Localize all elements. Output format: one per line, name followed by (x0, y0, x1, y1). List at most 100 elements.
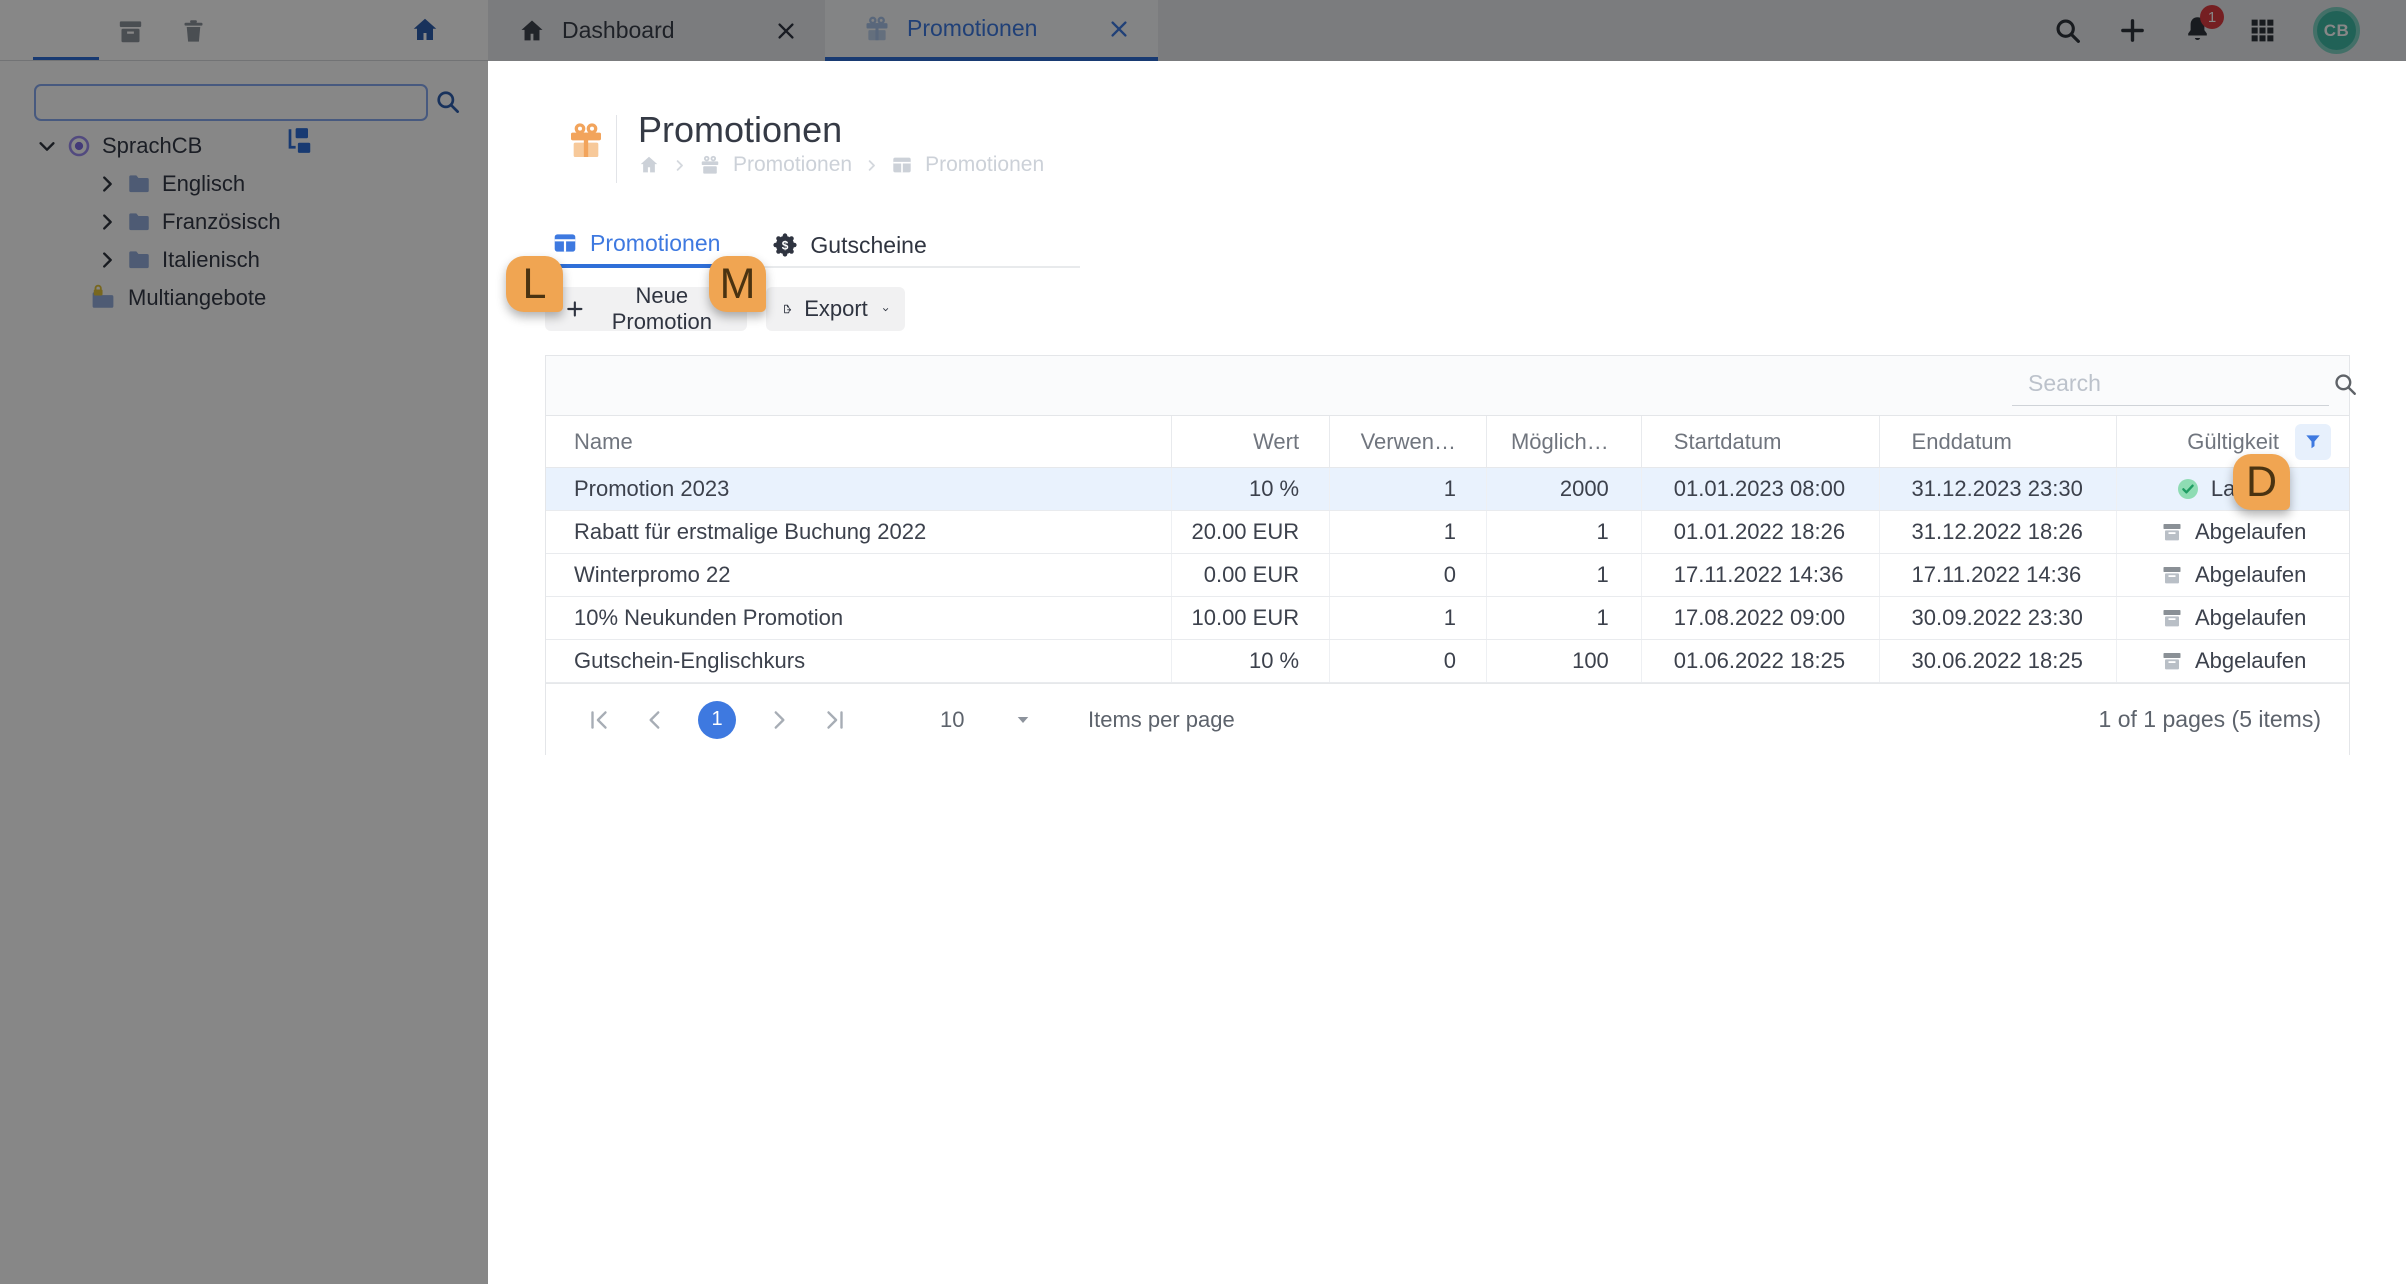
chevron-down-icon[interactable] (36, 135, 58, 157)
table-row[interactable]: Promotion 2023 10 % 1 2000 01.01.2023 08… (546, 468, 2349, 511)
content-tabs: Promotionen $ Gutscheine (552, 222, 1080, 268)
tree-node-label[interactable]: SprachCB (102, 133, 202, 159)
check-circle-icon (2176, 477, 2200, 501)
sidebar: SprachCB Englisch Französisch Italienisc… (0, 0, 488, 1284)
breadcrumb: Promotionen Promotionen (638, 153, 1044, 177)
chevron-right-icon[interactable] (96, 211, 118, 233)
tree-node-root[interactable]: SprachCB (0, 127, 488, 165)
column-header-startdatum[interactable]: Startdatum (1642, 416, 1880, 467)
chevron-right-icon[interactable] (96, 173, 118, 195)
chevron-down-icon (882, 301, 889, 318)
cell-name: Promotion 2023 (546, 468, 1173, 510)
tree-node-franzoesisch[interactable]: Französisch (0, 203, 488, 241)
search-icon[interactable] (2332, 371, 2358, 397)
plus-icon[interactable] (2118, 16, 2147, 45)
cell-startdatum: 01.01.2023 08:00 (1642, 468, 1880, 510)
column-header-gueltigkeit[interactable]: Gültigkeit (2117, 416, 2349, 467)
cell-wert: 10.00 EUR (1172, 597, 1331, 639)
current-page-button[interactable]: 1 (698, 700, 736, 739)
tab-vouchers[interactable]: $ Gutscheine (772, 222, 927, 268)
table-search-input[interactable] (2012, 366, 2332, 401)
status-label: Abgelaufen (2194, 648, 2307, 673)
page-gift-icon (566, 121, 606, 161)
cell-gueltigkeit: Abgelaufen (2117, 640, 2349, 682)
table-row[interactable]: Rabatt für erstmalige Buchung 2022 20.00… (546, 511, 2349, 554)
cell-moeglich: 1 (1487, 511, 1642, 553)
folder-icon (126, 171, 152, 197)
cell-verwendungen: 1 (1330, 468, 1487, 510)
radio-target-icon (66, 133, 92, 159)
tree-node-label[interactable]: Multiangebote (128, 285, 266, 311)
tab-dashboard[interactable]: Dashboard (488, 0, 825, 61)
search-icon[interactable] (2053, 16, 2082, 45)
tree-node-label[interactable]: Englisch (162, 171, 245, 197)
table-row[interactable]: Gutschein-Englischkurs 10 % 0 100 01.06.… (546, 640, 2349, 683)
sidebar-search-field[interactable] (34, 84, 428, 121)
column-header-wert[interactable]: Wert (1172, 416, 1331, 467)
status-expired: Abgelaufen (2160, 562, 2306, 588)
promotions-table: Name Wert Verwen… Möglich… Startdatum En… (545, 355, 2356, 755)
tree-node-italienisch[interactable]: Italienisch (0, 241, 488, 279)
tab-promotionen[interactable]: Promotionen (825, 0, 1158, 61)
breadcrumb-item-current: Promotionen (925, 153, 1045, 176)
cell-moeglich: 1 (1487, 597, 1642, 639)
next-page-button[interactable] (766, 707, 792, 733)
page-title: Promotionen (638, 109, 843, 150)
tree-node-label[interactable]: Italienisch (162, 247, 260, 273)
cell-name: Winterpromo 22 (546, 554, 1173, 596)
sidebar-search-input[interactable] (48, 86, 414, 119)
close-icon[interactable] (775, 20, 797, 42)
cell-enddatum: 31.12.2023 23:30 (1880, 468, 2118, 510)
last-page-button[interactable] (822, 707, 848, 733)
pagination-summary: 1 of 1 pages (5 items) (2098, 706, 2321, 732)
apps-grid-icon[interactable] (2248, 16, 2277, 45)
archive-box-icon (2160, 649, 2184, 673)
column-header-name[interactable]: Name (546, 416, 1173, 467)
tree-node-englisch[interactable]: Englisch (0, 165, 488, 203)
chevron-right-icon (672, 158, 687, 173)
cell-name: Gutschein-Englischkurs (546, 640, 1173, 682)
table-row[interactable]: Winterpromo 22 0.00 EUR 0 1 17.11.2022 1… (546, 554, 2349, 597)
filter-button[interactable] (2295, 423, 2332, 460)
cell-verwendungen: 1 (1330, 511, 1487, 553)
table-toolbar (546, 356, 2356, 416)
trash-icon[interactable] (180, 18, 207, 45)
table-header-row: Name Wert Verwen… Möglich… Startdatum En… (546, 416, 2349, 468)
column-header-verwendungen[interactable]: Verwen… (1330, 416, 1487, 467)
page-size-select[interactable]: 10 (940, 707, 1032, 733)
cell-gueltigkeit: Abgelaufen (2117, 597, 2349, 639)
column-header-moeglich[interactable]: Möglich… (1487, 416, 1642, 467)
sidebar-search-icon[interactable] (434, 88, 461, 115)
sidebar-divider (0, 60, 488, 61)
topbar: Dashboard Promotionen 1 CB (488, 0, 2406, 61)
chevron-right-icon (864, 158, 879, 173)
cell-enddatum: 17.11.2022 14:36 (1880, 554, 2118, 596)
tab-promotions[interactable]: Promotionen (552, 222, 729, 268)
previous-page-button[interactable] (642, 707, 668, 733)
cell-moeglich: 2000 (1487, 468, 1642, 510)
table-row[interactable]: 10% Neukunden Promotion 10.00 EUR 1 1 17… (546, 597, 2349, 640)
sidebar-home-icon[interactable] (410, 15, 440, 45)
chevron-right-icon[interactable] (96, 249, 118, 271)
home-icon (518, 17, 546, 45)
avatar[interactable]: CB (2313, 7, 2360, 54)
status-label: Abgelaufen (2194, 519, 2307, 544)
tab-label: Promotionen (590, 229, 721, 256)
cell-verwendungen: 0 (1330, 640, 1487, 682)
table-search-field[interactable] (2012, 366, 2356, 406)
cell-startdatum: 01.01.2022 18:26 (1642, 511, 1880, 553)
breadcrumb-item[interactable]: Promotionen (733, 153, 852, 177)
export-button[interactable]: Export (766, 287, 905, 331)
hint-marker-d: D (2233, 454, 2290, 510)
column-header-enddatum[interactable]: Enddatum (1880, 416, 2118, 467)
page-size-value: 10 (940, 706, 965, 732)
home-icon[interactable] (638, 154, 660, 176)
tree-node-label[interactable]: Französisch (162, 209, 281, 235)
tree-node-multiangebote[interactable]: Multiangebote (0, 279, 488, 317)
archive-box-icon[interactable] (117, 18, 144, 45)
cell-startdatum: 01.06.2022 18:25 (1642, 640, 1880, 682)
cell-moeglich: 100 (1487, 640, 1642, 682)
first-page-button[interactable] (586, 707, 612, 733)
notifications-button[interactable]: 1 (2183, 5, 2224, 47)
close-icon[interactable] (1108, 18, 1130, 40)
